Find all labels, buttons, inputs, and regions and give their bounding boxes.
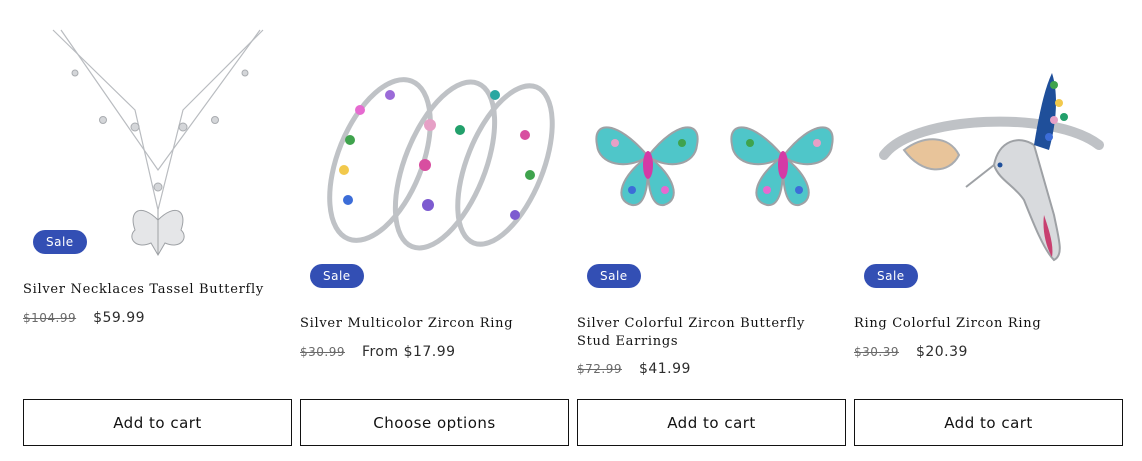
add-to-cart-button[interactable]: Add to cart <box>577 399 846 446</box>
sale-badge: Sale <box>864 264 918 288</box>
sale-price: $41.99 <box>638 361 691 377</box>
product-image-earrings[interactable] <box>577 25 846 270</box>
regular-price: $30.99 <box>300 345 345 359</box>
product-price: $30.39 $20.39 <box>854 344 968 360</box>
product-title[interactable]: Silver Multicolor Zircon Ring <box>300 315 550 333</box>
add-to-cart-button[interactable]: Add to cart <box>854 399 1123 446</box>
product-price: $72.99 $41.99 <box>577 361 691 377</box>
sale-badge: Sale <box>587 264 641 288</box>
product-price: $104.99 $59.99 <box>23 310 145 326</box>
add-to-cart-button[interactable]: Add to cart <box>23 399 292 446</box>
product-image-hummingbird-ring[interactable] <box>854 25 1123 270</box>
product-title[interactable]: Ring Colorful Zircon Ring <box>854 315 1104 333</box>
choose-options-button[interactable]: Choose options <box>300 399 569 446</box>
regular-price: $30.39 <box>854 345 899 359</box>
product-image-rings[interactable] <box>300 25 569 270</box>
regular-price: $104.99 <box>23 311 77 325</box>
sale-badge: Sale <box>33 230 87 254</box>
product-title[interactable]: Silver Necklaces Tassel Butterfly <box>23 281 273 299</box>
sale-price: $20.39 <box>915 344 968 360</box>
sale-price: $59.99 <box>93 310 146 326</box>
product-title[interactable]: Silver Colorful Zircon Butterfly Stud Ea… <box>577 315 827 351</box>
product-price: $30.99 From $17.99 <box>300 344 456 360</box>
sale-badge: Sale <box>310 264 364 288</box>
regular-price: $72.99 <box>577 362 622 376</box>
sale-price: From $17.99 <box>361 344 456 360</box>
